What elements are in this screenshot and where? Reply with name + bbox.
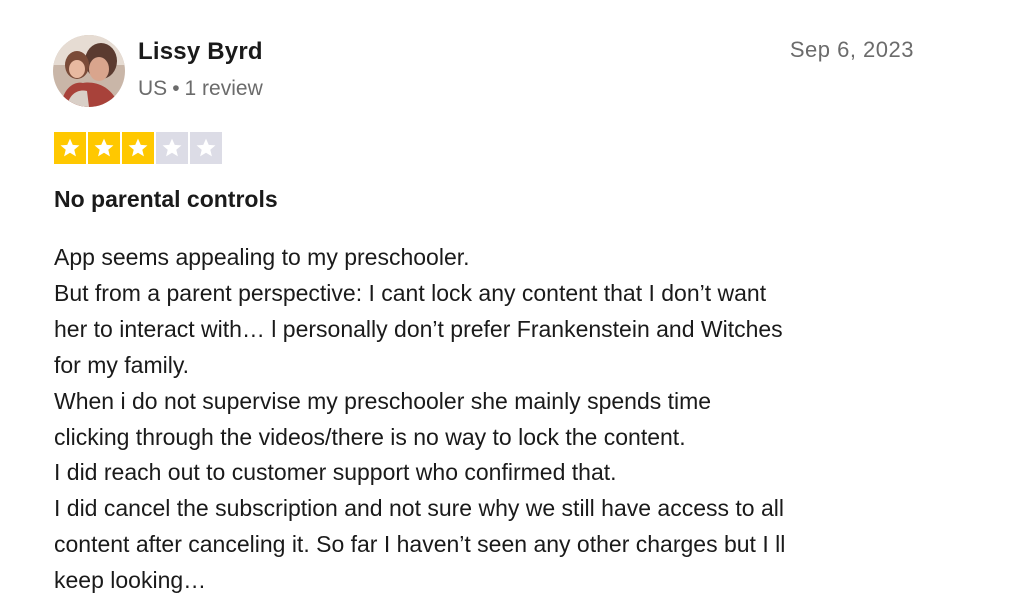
review-date: Sep 6, 2023	[789, 37, 914, 62]
star-icon	[128, 138, 148, 157]
reviewer-review-count[interactable]: 1 review	[185, 77, 263, 100]
star-filled	[54, 132, 86, 164]
review-body-line: clicking through the videos/there is no …	[54, 423, 686, 450]
avatar-photo-icon	[53, 35, 125, 107]
reviewer-country: US	[138, 77, 168, 100]
star-empty	[156, 132, 188, 164]
review-title: No parental controls	[54, 186, 278, 212]
review-body-line: I did reach out to customer support who …	[54, 459, 617, 486]
reviewer-avatar[interactable]	[53, 35, 125, 107]
meta-separator: •	[172, 77, 180, 100]
review-body-line: her to interact with… l personally don’t…	[54, 315, 783, 342]
star-filled	[88, 132, 120, 164]
star-icon	[94, 138, 114, 157]
star-rating	[54, 132, 222, 164]
review-card: Lissy Byrd US • 1 review Sep 6, 2023 No pa…	[0, 0, 1024, 600]
star-filled	[122, 132, 154, 164]
reviewer-meta: US • 1 review	[138, 75, 263, 103]
review-body-line: for my family.	[54, 351, 190, 378]
review-body-line: I did cancel the subscription and not su…	[54, 495, 784, 522]
review-body-line: When i do not supervise my preschooler s…	[54, 387, 712, 414]
review-body-line: App seems appealing to my preschooler.	[54, 244, 470, 270]
star-icon	[196, 138, 216, 157]
star-icon	[60, 138, 80, 157]
review-body: App seems appealing to my preschooler. Bu…	[54, 240, 954, 599]
review-body-line: content after canceling it. So far I hav…	[54, 531, 786, 558]
review-body-line: keep looking…	[54, 567, 207, 594]
review-body-line: But from a parent perspective: I cant lo…	[54, 279, 767, 306]
star-icon	[162, 138, 182, 157]
reviewer-name[interactable]: Lissy Byrd	[138, 37, 263, 67]
star-empty	[190, 132, 222, 164]
